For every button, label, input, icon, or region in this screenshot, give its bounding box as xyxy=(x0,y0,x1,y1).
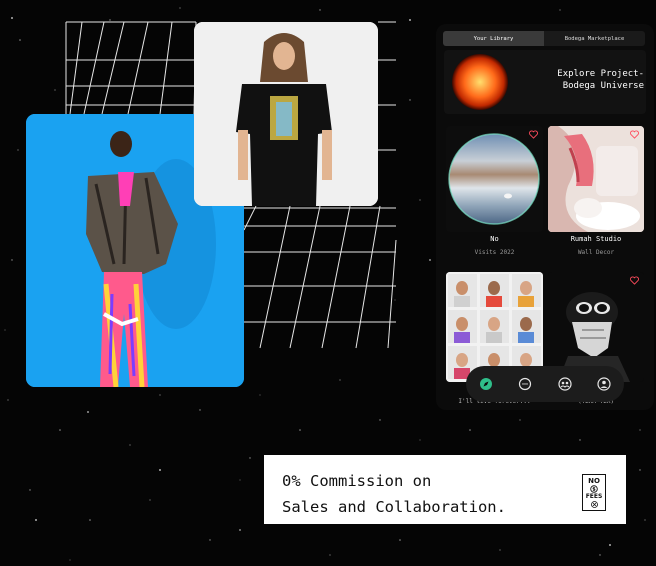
sun-image xyxy=(452,54,508,110)
tab-your-library[interactable]: Your Library xyxy=(443,31,544,46)
heart-icon[interactable] xyxy=(630,130,639,139)
grid-item-title: Rumah Studio xyxy=(570,235,622,243)
dollar-icon xyxy=(590,485,598,493)
mobile-app-mockup: Your Library Bodega Marketplace Explore … xyxy=(436,24,654,410)
explore-banner[interactable]: Explore Project-Bodega Universe xyxy=(444,50,646,114)
chat-icon[interactable] xyxy=(518,377,532,391)
promo-headline: 0% Commission on Sales and Collaboration… xyxy=(282,472,506,516)
hero-stage: Your Library Bodega Marketplace Explore … xyxy=(0,0,656,566)
wall-decor-image xyxy=(548,126,644,232)
heart-icon[interactable] xyxy=(630,276,639,285)
bottom-navigation xyxy=(466,366,624,402)
profile-icon[interactable] xyxy=(597,377,611,391)
grid-item-no[interactable] xyxy=(446,126,543,232)
grid-item-title: No xyxy=(490,235,499,243)
compass-icon[interactable] xyxy=(479,377,493,391)
commission-promo: 0% Commission on Sales and Collaboration… xyxy=(264,455,626,524)
heart-icon[interactable] xyxy=(529,130,538,139)
badge-line-fees: FEES xyxy=(585,493,603,500)
grid-item-rumah-studio[interactable] xyxy=(548,126,644,232)
model-photo-white xyxy=(194,22,378,206)
tab-bodega-marketplace[interactable]: Bodega Marketplace xyxy=(544,31,645,46)
banner-title: Explore Project-Bodega Universe xyxy=(557,69,644,91)
community-icon[interactable] xyxy=(558,377,572,391)
grid-item-subtitle: Visits 2022 xyxy=(474,249,515,256)
badge-line-no: NO xyxy=(588,477,600,485)
planet-image xyxy=(448,133,540,225)
no-fees-badge: NO FEES xyxy=(582,474,606,511)
library-tabs: Your Library Bodega Marketplace xyxy=(443,31,645,46)
grid-item-subtitle: Wall Decor xyxy=(577,249,615,256)
cancel-icon xyxy=(590,501,598,508)
